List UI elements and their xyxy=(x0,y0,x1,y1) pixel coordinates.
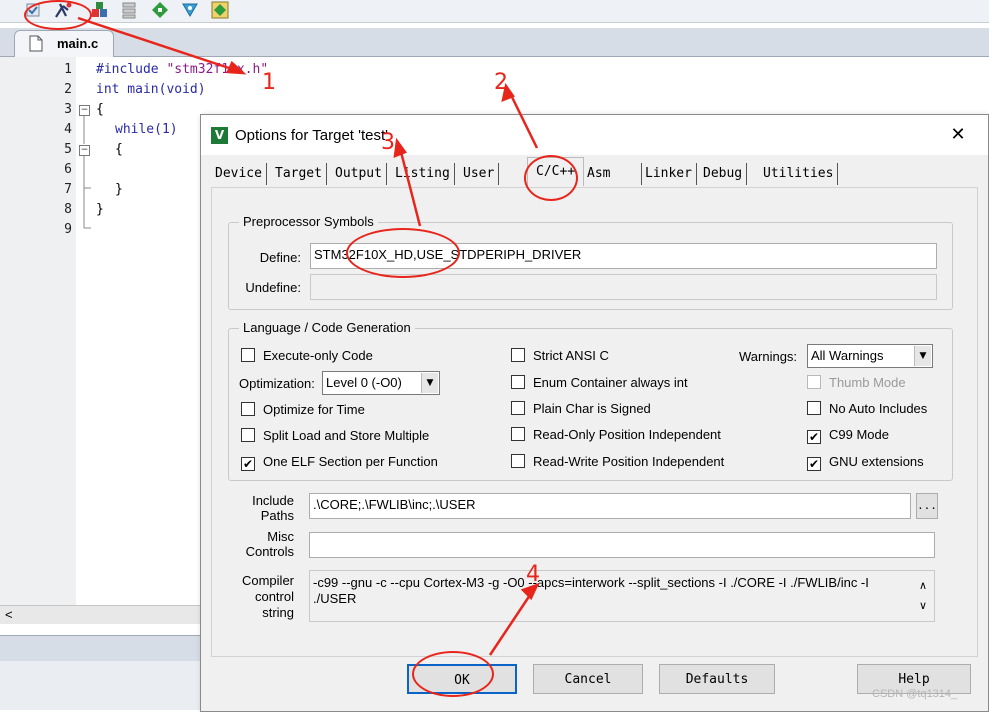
annotation-arrowhead xyxy=(393,137,407,158)
annotation-arrow xyxy=(488,591,534,656)
annotation-circle xyxy=(24,0,92,30)
annotation-number: 3 xyxy=(381,130,395,155)
watermark: CSDN @tq1314_ xyxy=(872,688,958,700)
annotation-arrow xyxy=(398,147,422,227)
annotation-circle xyxy=(412,651,494,697)
annotation-circle xyxy=(346,228,460,278)
annotation-arrow xyxy=(508,92,539,149)
annotation-circle xyxy=(524,155,578,201)
annotation-arrowhead xyxy=(226,60,247,75)
annotation-number: 1 xyxy=(262,70,276,95)
annotation-number: 4 xyxy=(526,562,540,587)
annotation-arrow xyxy=(77,16,236,72)
annotation-overlay xyxy=(77,16,540,656)
annotation-number: 2 xyxy=(494,70,508,95)
